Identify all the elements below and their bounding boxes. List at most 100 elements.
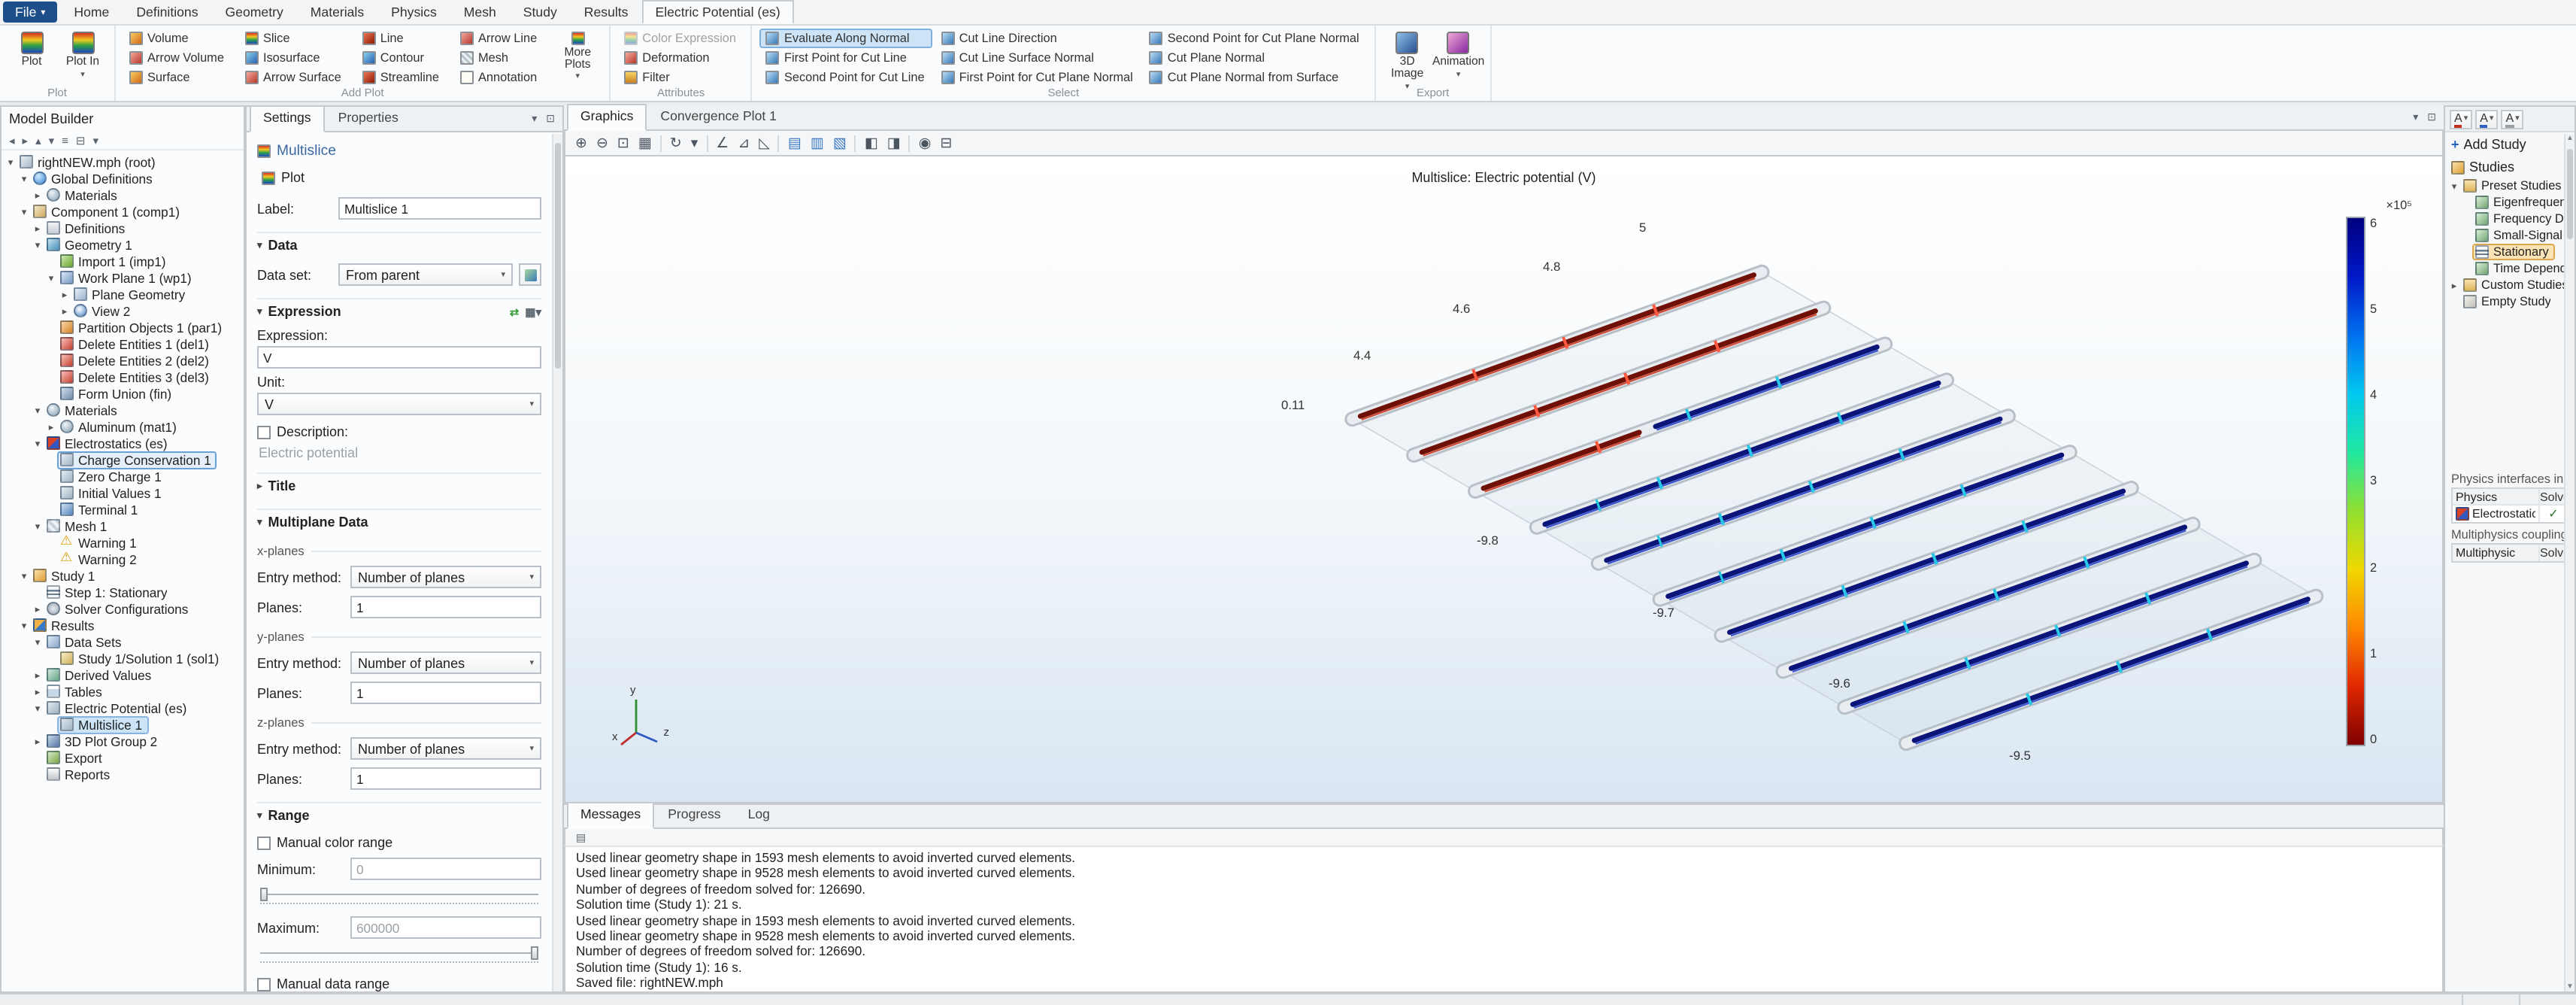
- tree-expander-icon[interactable]: ▸: [32, 685, 44, 697]
- ribbon-tab[interactable]: Geometry: [212, 0, 297, 24]
- separator[interactable]: [909, 135, 911, 151]
- tree-expander-icon[interactable]: ▸: [2448, 279, 2460, 291]
- tree-item[interactable]: Terminal 1: [2, 501, 244, 518]
- ribbon-item[interactable]: Mesh: [454, 48, 549, 68]
- graphics-tab[interactable]: Convergence Plot 1: [647, 104, 790, 129]
- ribbon-item[interactable]: Annotation: [454, 68, 549, 87]
- graphics-menu-icon[interactable]: ▾: [2408, 111, 2423, 123]
- tree-item[interactable]: ▸ Tables: [2, 683, 244, 700]
- transparency-icon[interactable]: ▥: [807, 132, 828, 154]
- study-item[interactable]: Small-Signal Analysis: [2445, 227, 2574, 244]
- ribbon-tab[interactable]: Electric Potential (es): [641, 0, 793, 24]
- tree-item[interactable]: ▸ Materials: [2, 187, 244, 203]
- tree-item[interactable]: Warning 1: [2, 534, 244, 551]
- tree-item[interactable]: Step 1: Stationary: [2, 584, 244, 600]
- ribbon-item[interactable]: First Point for Cut Line: [760, 48, 932, 68]
- print-icon[interactable]: ⊟: [936, 132, 956, 154]
- move-down-icon[interactable]: ▾: [49, 133, 55, 147]
- tree-item[interactable]: Zero Charge 1: [2, 468, 244, 484]
- data-section-header[interactable]: ▾ Data: [257, 232, 541, 256]
- ribbon-tab[interactable]: Physics: [377, 0, 450, 24]
- tree-item[interactable]: Warning 2: [2, 551, 244, 567]
- insert-expression-icon[interactable]: ▦▾: [525, 305, 541, 318]
- ribbon-tab[interactable]: Home: [60, 0, 123, 24]
- ribbon-item[interactable]: Cut Line Direction: [935, 29, 1141, 48]
- tree-expander-icon[interactable]: ▾: [32, 702, 44, 714]
- wireframe-icon[interactable]: ▧: [829, 132, 850, 154]
- tree-item[interactable]: ▾ Results: [2, 617, 244, 633]
- expression-input[interactable]: [257, 346, 541, 369]
- study-item[interactable]: Empty Study: [2445, 293, 2574, 310]
- copy-log-icon[interactable]: ▤: [571, 831, 590, 843]
- model-tree-options-icon[interactable]: ▾: [93, 133, 99, 147]
- ribbon-item[interactable]: Contour: [356, 48, 451, 68]
- planes-input[interactable]: [350, 767, 541, 790]
- tree-item[interactable]: ▾ Materials: [2, 402, 244, 418]
- ribbon-item[interactable]: Volume: [123, 29, 236, 48]
- plot-button[interactable]: Plot: [257, 165, 332, 190]
- study-item[interactable]: ▸ Custom Studies: [2445, 277, 2574, 293]
- tree-item[interactable]: ▾ Data Sets: [2, 633, 244, 650]
- scrollbar-thumb[interactable]: [555, 143, 561, 369]
- ribbon-item[interactable]: Streamline: [356, 68, 451, 87]
- solve-checkbox[interactable]: ✓: [2540, 507, 2567, 521]
- add-study-header[interactable]: + Add Study: [2445, 132, 2574, 156]
- replace-expression-icon[interactable]: ⇄: [510, 305, 520, 318]
- text-size-button[interactable]: A ▾: [2501, 109, 2523, 129]
- separator[interactable]: [778, 135, 780, 151]
- study-item[interactable]: Frequency Domain: [2445, 211, 2574, 227]
- tree-expander-icon[interactable]: ▾: [2448, 180, 2460, 192]
- ribbon-item[interactable]: Arrow Surface: [239, 68, 353, 87]
- manual-color-range-checkbox[interactable]: [257, 836, 271, 849]
- expression-section-header[interactable]: ▾ Expression ⇄ ▦▾: [257, 298, 541, 322]
- tree-item[interactable]: ▾ Electrostatics (es): [2, 435, 244, 451]
- tree-item[interactable]: Initial Values 1: [2, 484, 244, 501]
- data-set-select[interactable]: From parent ▾: [338, 263, 513, 286]
- zoom-extents-icon[interactable]: ⊡: [614, 132, 633, 154]
- tree-item[interactable]: ▸ Solver Configurations: [2, 600, 244, 617]
- zoom-in-icon[interactable]: ⊕: [571, 132, 591, 154]
- graphics-detach-icon[interactable]: ⊡: [2423, 111, 2441, 123]
- tree-item[interactable]: Delete Entities 1 (del1): [2, 336, 244, 352]
- tree-item[interactable]: ▾ Study 1: [2, 567, 244, 584]
- multiplane-section-header[interactable]: ▾ Multiplane Data: [257, 509, 541, 533]
- ribbon-tab[interactable]: Results: [571, 0, 642, 24]
- graphics-tab[interactable]: Graphics: [567, 104, 647, 131]
- select-box-icon[interactable]: ◧: [861, 132, 882, 154]
- ribbon-item[interactable]: Deformation: [618, 48, 744, 68]
- ribbon-big-button[interactable]: Plot In ▾: [59, 29, 107, 84]
- scroll-up-icon[interactable]: ▲: [2566, 134, 2574, 143]
- description-checkbox[interactable]: [257, 425, 271, 439]
- planes-input[interactable]: [350, 596, 541, 618]
- back-icon[interactable]: ◂: [9, 133, 15, 147]
- ribbon-item[interactable]: First Point for Cut Plane Normal: [935, 68, 1141, 87]
- collapse-all-icon[interactable]: ⊟: [76, 133, 86, 147]
- separator[interactable]: [660, 135, 662, 151]
- tree-expander-icon[interactable]: ▸: [59, 288, 71, 300]
- ribbon-item[interactable]: Cut Plane Normal from Surface: [1144, 68, 1367, 87]
- tree-expander-icon[interactable]: ▾: [32, 437, 44, 449]
- tree-item[interactable]: ▸ 3D Plot Group 2: [2, 733, 244, 749]
- ribbon-item[interactable]: Arrow Line: [454, 29, 549, 48]
- go-to-xy-view-icon[interactable]: ∠: [712, 132, 732, 154]
- separator[interactable]: [706, 135, 708, 151]
- color-range-minimum-slider[interactable]: [257, 888, 541, 909]
- go-to-zx-view-icon[interactable]: ◺: [755, 132, 774, 154]
- settings-tab[interactable]: Settings: [250, 105, 325, 132]
- planes-input[interactable]: [350, 682, 541, 704]
- ribbon-tab[interactable]: Materials: [297, 0, 377, 24]
- tree-item[interactable]: ▸ Plane Geometry: [2, 286, 244, 302]
- messages-tab[interactable]: Progress: [654, 802, 734, 827]
- ribbon-item[interactable]: Cut Line Surface Normal: [935, 48, 1141, 68]
- plot-canvas[interactable]: Multislice: Electric potential (V) 5 4.8…: [564, 156, 2444, 803]
- tree-expander-icon[interactable]: ▸: [32, 189, 44, 201]
- ribbon-tab[interactable]: Mesh: [450, 0, 510, 24]
- tree-expander-icon[interactable]: ▸: [32, 735, 44, 747]
- tree-item[interactable]: Export: [2, 749, 244, 766]
- scroll-down-icon[interactable]: ▼: [2566, 982, 2574, 991]
- tree-expander-icon[interactable]: ▾: [32, 238, 44, 250]
- tree-item[interactable]: Reports: [2, 766, 244, 782]
- unit-select[interactable]: V ▾: [257, 393, 541, 415]
- tree-item[interactable]: Partition Objects 1 (par1): [2, 319, 244, 336]
- tree-item[interactable]: ▾ Component 1 (comp1): [2, 203, 244, 220]
